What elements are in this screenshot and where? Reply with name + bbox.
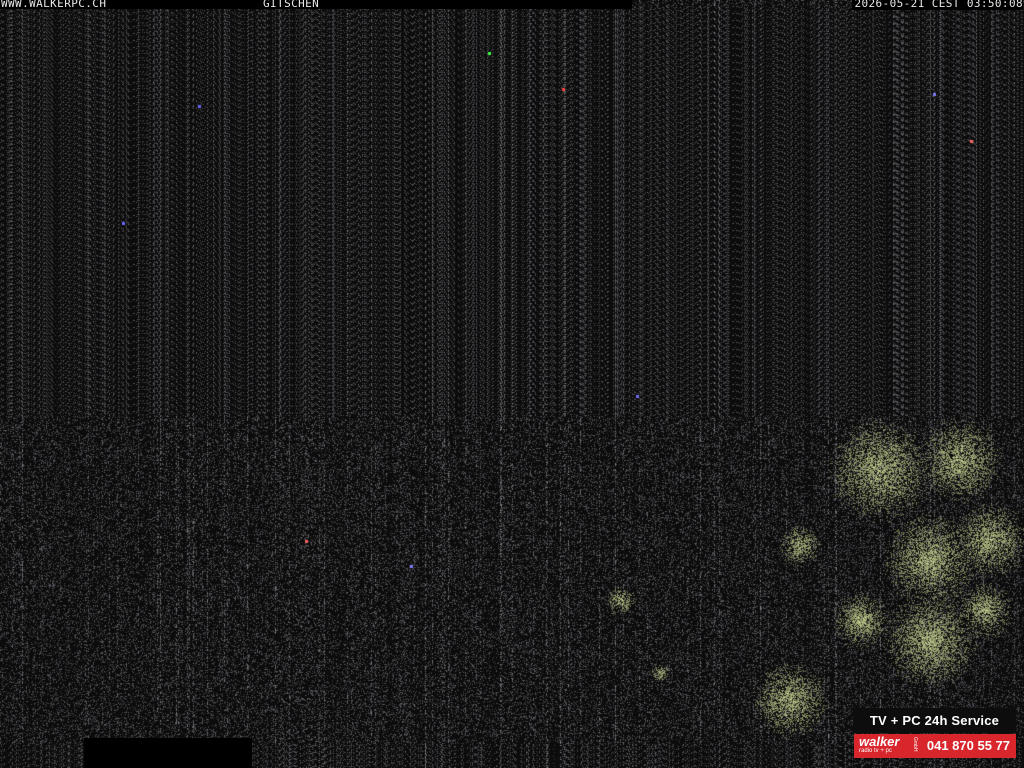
- osd-timestamp: 2026-05-21 CEST 03:50:08: [852, 0, 1023, 10]
- webcam-frame: WWW.WALKERPC.CH GITSCHEN 2026-05-21 CEST…: [0, 0, 1024, 768]
- masked-region: [84, 738, 252, 768]
- advert-brand-suffix: GmbH: [912, 737, 918, 752]
- advert-badge: TV + PC 24h Service walker radio tv + pc…: [853, 708, 1016, 760]
- advert-headline: TV + PC 24h Service: [853, 708, 1016, 733]
- advert-phone: 041 870 55 77: [926, 738, 1010, 753]
- advert-contact-strip: walker radio tv + pc GmbH 041 870 55 77: [854, 734, 1016, 758]
- osd-site-url: WWW.WALKERPC.CH: [1, 0, 107, 10]
- advert-brand-subtitle: radio tv + pc: [859, 748, 892, 754]
- advert-brand-logo: walker: [859, 734, 900, 749]
- osd-location-name: GITSCHEN: [263, 0, 320, 10]
- night-sky-image: [0, 0, 1024, 768]
